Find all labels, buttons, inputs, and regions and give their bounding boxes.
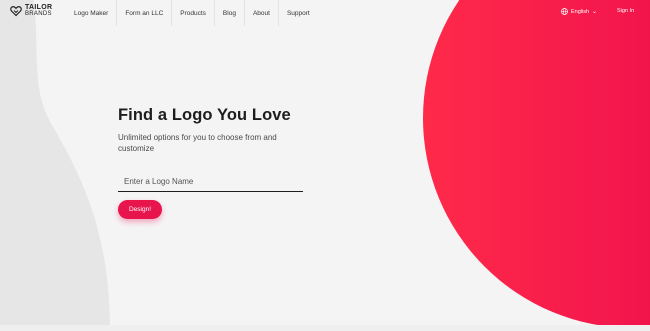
sign-in-link[interactable]: Sign In [617,8,634,14]
nav-item-support[interactable]: Support [279,0,318,26]
nav-item-about[interactable]: About [245,0,279,26]
design-button[interactable]: Design! [118,200,162,219]
site-header: TAILOR BRANDS Logo Maker Form an LLC Pro… [0,0,650,26]
chevron-down-icon: ⌄ [592,9,598,15]
hero-subtitle: Unlimited options for you to choose from… [118,133,277,153]
hero-title: Find a Logo You Love [118,106,291,124]
hero-section: Find a Logo You Love Unlimited options f… [118,106,358,154]
language-label: English [571,8,590,15]
page: TAILOR BRANDS Logo Maker Form an LLC Pro… [0,0,650,331]
background-wave [0,0,110,331]
brand-name-bottom: BRANDS [25,11,52,17]
nav-item-form-an-llc[interactable]: Form an LLC [117,0,173,26]
main-nav: Logo Maker Form an LLC Products Blog Abo… [66,0,318,26]
language-selector[interactable]: English ⌄ [561,8,597,15]
logo-name-input[interactable] [118,172,303,192]
brand-wordmark: TAILOR BRANDS [25,4,52,17]
brand-logo[interactable]: TAILOR BRANDS [10,4,52,17]
nav-item-logo-maker[interactable]: Logo Maker [66,0,118,26]
bottom-strip [0,325,650,331]
tailor-brands-logo-icon [10,6,22,17]
nav-item-products[interactable]: Products [172,0,215,26]
globe-icon [561,8,568,15]
nav-item-blog[interactable]: Blog [215,0,245,26]
hero-circle [423,0,650,328]
